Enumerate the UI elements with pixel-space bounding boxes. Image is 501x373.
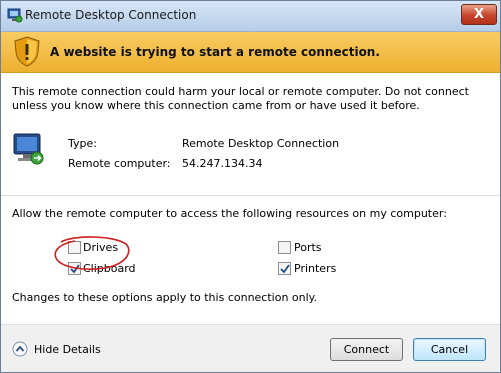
checkmark-icon [280,264,290,274]
options-note: Changes to these options apply to this c… [12,291,318,304]
type-value: Remote Desktop Connection [182,137,340,150]
ports-checkbox[interactable] [278,241,291,254]
type-label: Type: [68,137,97,150]
risk-message-text: This remote connection could harm your l… [12,85,469,112]
printers-checkbox[interactable] [278,262,291,275]
connect-button[interactable]: Connect [330,338,403,361]
section-divider [1,195,500,196]
chevron-up-icon [12,341,28,357]
resources-prompt: Allow the remote computer to access the … [12,207,447,220]
cancel-button[interactable]: Cancel [413,338,486,361]
window-title: Remote Desktop Connection [25,8,197,22]
rdc-dialog: Remote Desktop Connection X A website is… [0,0,501,373]
warning-text: A website is trying to start a remote co… [50,45,380,59]
computer-monitor-icon [13,133,44,165]
hide-details-toggle[interactable]: Hide Details [12,341,122,359]
remote-computer-label: Remote computer: [68,157,171,170]
hide-details-label: Hide Details [34,343,101,356]
remote-desktop-icon [7,8,23,23]
warning-banner: A website is trying to start a remote co… [1,32,500,73]
risk-message: This remote connection could harm your l… [12,85,492,113]
annotation-circle [54,236,130,270]
close-icon: X [473,7,485,22]
printers-label[interactable]: Printers [294,262,336,275]
close-button[interactable]: X [461,4,497,25]
title-bar: Remote Desktop Connection X [1,1,500,32]
warning-shield-icon [14,36,40,67]
remote-computer-value: 54.247.134.34 [182,157,263,170]
ports-label[interactable]: Ports [294,241,322,254]
